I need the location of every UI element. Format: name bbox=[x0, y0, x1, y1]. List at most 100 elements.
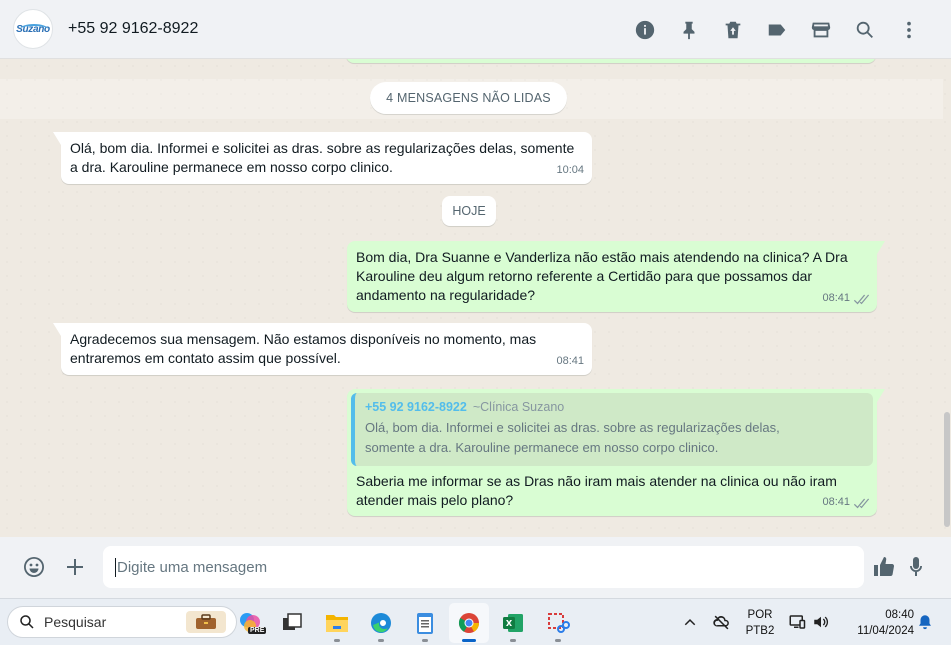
notepad-icon bbox=[417, 613, 433, 634]
catalog-button[interactable] bbox=[799, 8, 843, 52]
quoted-message[interactable]: +55 92 9162-8922 ~Clínica Suzano Olá, bom… bbox=[351, 393, 873, 466]
excel-icon bbox=[503, 614, 523, 632]
voice-button[interactable] bbox=[896, 547, 936, 587]
taskbar-file-explorer[interactable] bbox=[317, 603, 357, 643]
message-outgoing[interactable]: Bom dia, Dra Suanne e Vanderliza não est… bbox=[347, 241, 885, 312]
message-input[interactable] bbox=[103, 546, 864, 588]
emoji-icon bbox=[24, 557, 44, 577]
message-text: Agradecemos sua mensagem. Não estamos di… bbox=[70, 331, 537, 366]
network-status[interactable] bbox=[787, 612, 807, 632]
running-indicator bbox=[422, 639, 428, 642]
folder-icon bbox=[326, 615, 348, 632]
briefcase-icon bbox=[186, 611, 226, 633]
label-button[interactable] bbox=[755, 8, 799, 52]
message-time: 10:04 bbox=[556, 164, 584, 176]
taskbar-snipping-tool[interactable] bbox=[538, 603, 578, 643]
message-incoming[interactable]: Olá, bom dia. Informei e solicitei as dr… bbox=[53, 132, 592, 184]
keyboard-layout: PTB2 bbox=[745, 625, 775, 637]
clock-date: 11/04/2024 bbox=[857, 625, 914, 637]
system-clock[interactable]: 08:40 11/04/2024 bbox=[842, 607, 914, 639]
taskbar-excel[interactable] bbox=[493, 603, 533, 643]
text-cursor bbox=[115, 558, 116, 577]
menu-button[interactable] bbox=[887, 8, 931, 52]
message-meta: 08:41 bbox=[556, 352, 584, 371]
message-time: 08:41 bbox=[556, 355, 584, 367]
chevron-up-icon bbox=[684, 619, 696, 626]
taskbar-task-view[interactable] bbox=[272, 603, 312, 643]
message-incoming[interactable]: Agradecemos sua mensagem. Não estamos di… bbox=[53, 323, 592, 375]
attach-button[interactable] bbox=[55, 547, 95, 587]
volume-status[interactable] bbox=[811, 612, 831, 632]
menu-icon bbox=[907, 21, 911, 38]
clock-time: 08:40 bbox=[885, 609, 914, 621]
chat-header: Suzano +55 92 9162-8922 bbox=[0, 0, 951, 59]
running-indicator bbox=[462, 639, 476, 642]
speaker-icon bbox=[814, 616, 829, 628]
onedrive-status[interactable] bbox=[711, 612, 731, 632]
quoted-pushname: ~Clínica Suzano bbox=[472, 400, 565, 414]
message-meta: 08:41 bbox=[822, 493, 870, 512]
search-button[interactable] bbox=[843, 8, 887, 52]
quoted-author: +55 92 9162-8922 ~Clínica Suzano bbox=[365, 398, 863, 416]
quoted-text: Olá, bom dia. Informei e solicitei as dr… bbox=[365, 420, 780, 455]
quoted-number: +55 92 9162-8922 bbox=[365, 400, 467, 414]
message-meta: 08:41 bbox=[822, 289, 870, 308]
bell-icon bbox=[919, 615, 931, 630]
search-icon bbox=[18, 613, 36, 631]
emoji-button[interactable] bbox=[14, 547, 54, 587]
taskbar-search-placeholder: Pesquisar bbox=[44, 614, 107, 630]
info-icon bbox=[635, 20, 655, 39]
chat-scrollbar[interactable] bbox=[944, 412, 950, 527]
search-icon bbox=[856, 21, 873, 38]
cloud-offline-icon bbox=[713, 615, 729, 630]
header-actions bbox=[623, 0, 931, 59]
pin-button[interactable] bbox=[667, 8, 711, 52]
date-separator: HOJE bbox=[442, 196, 496, 226]
notifications-button[interactable] bbox=[915, 612, 935, 632]
show-hidden-icons-button[interactable] bbox=[680, 612, 700, 632]
chrome-icon bbox=[458, 613, 480, 633]
message-text: Bom dia, Dra Suanne e Vanderliza não est… bbox=[356, 249, 848, 303]
plus-icon bbox=[67, 559, 83, 575]
message-text: Olá, bom dia. Informei e solicitei as dr… bbox=[70, 140, 575, 175]
message-text: Saberia me informar se as Dras não iram … bbox=[356, 473, 837, 508]
taskbar-copilot[interactable]: PRE bbox=[230, 603, 270, 643]
delete-button[interactable] bbox=[711, 8, 755, 52]
message-outgoing-reply[interactable]: +55 92 9162-8922 ~Clínica Suzano Olá, bom… bbox=[347, 389, 885, 516]
conversation-panel[interactable]: 4 MENSAGENS NÃO LIDAS Olá, bom dia. Info… bbox=[0, 59, 951, 537]
thumbs-up-icon bbox=[874, 557, 895, 577]
running-indicator bbox=[378, 639, 384, 642]
double-check-icon bbox=[853, 497, 870, 509]
contact-name[interactable]: +55 92 9162-8922 bbox=[68, 20, 198, 38]
input-language[interactable]: POR PTB2 bbox=[742, 607, 778, 639]
unread-banner: 4 MENSAGENS NÃO LIDAS bbox=[370, 82, 567, 114]
running-indicator bbox=[334, 639, 340, 642]
label-icon bbox=[768, 24, 786, 35]
language-code: POR bbox=[747, 609, 773, 621]
running-indicator bbox=[510, 639, 516, 642]
taskbar-search[interactable]: Pesquisar bbox=[7, 606, 237, 638]
contact-avatar[interactable]: Suzano bbox=[13, 9, 53, 49]
copilot-badge: PRE bbox=[248, 627, 267, 634]
taskbar-chrome[interactable] bbox=[449, 603, 489, 643]
message-time: 08:41 bbox=[822, 292, 850, 304]
task-view-icon bbox=[283, 613, 302, 630]
windows-taskbar: Pesquisar PRE POR PTB2 08:40 11/04/2024 bbox=[0, 598, 951, 645]
taskbar-edge[interactable] bbox=[361, 603, 401, 643]
message-time: 08:41 bbox=[822, 496, 850, 508]
catalog-icon bbox=[811, 22, 831, 37]
pin-icon bbox=[683, 21, 695, 39]
edge-icon bbox=[371, 613, 391, 633]
message-composer bbox=[0, 537, 951, 598]
avatar-swoosh bbox=[20, 24, 48, 34]
running-indicator bbox=[555, 639, 561, 642]
taskbar-notepad[interactable] bbox=[405, 603, 445, 643]
info-button[interactable] bbox=[623, 8, 667, 52]
double-check-icon bbox=[853, 293, 870, 305]
network-icon bbox=[789, 615, 806, 629]
message-meta: 10:04 bbox=[556, 161, 584, 180]
previous-message-edge bbox=[346, 59, 876, 63]
delete-icon bbox=[725, 21, 741, 38]
snipping-tool-icon bbox=[548, 613, 570, 633]
microphone-icon bbox=[910, 557, 922, 576]
